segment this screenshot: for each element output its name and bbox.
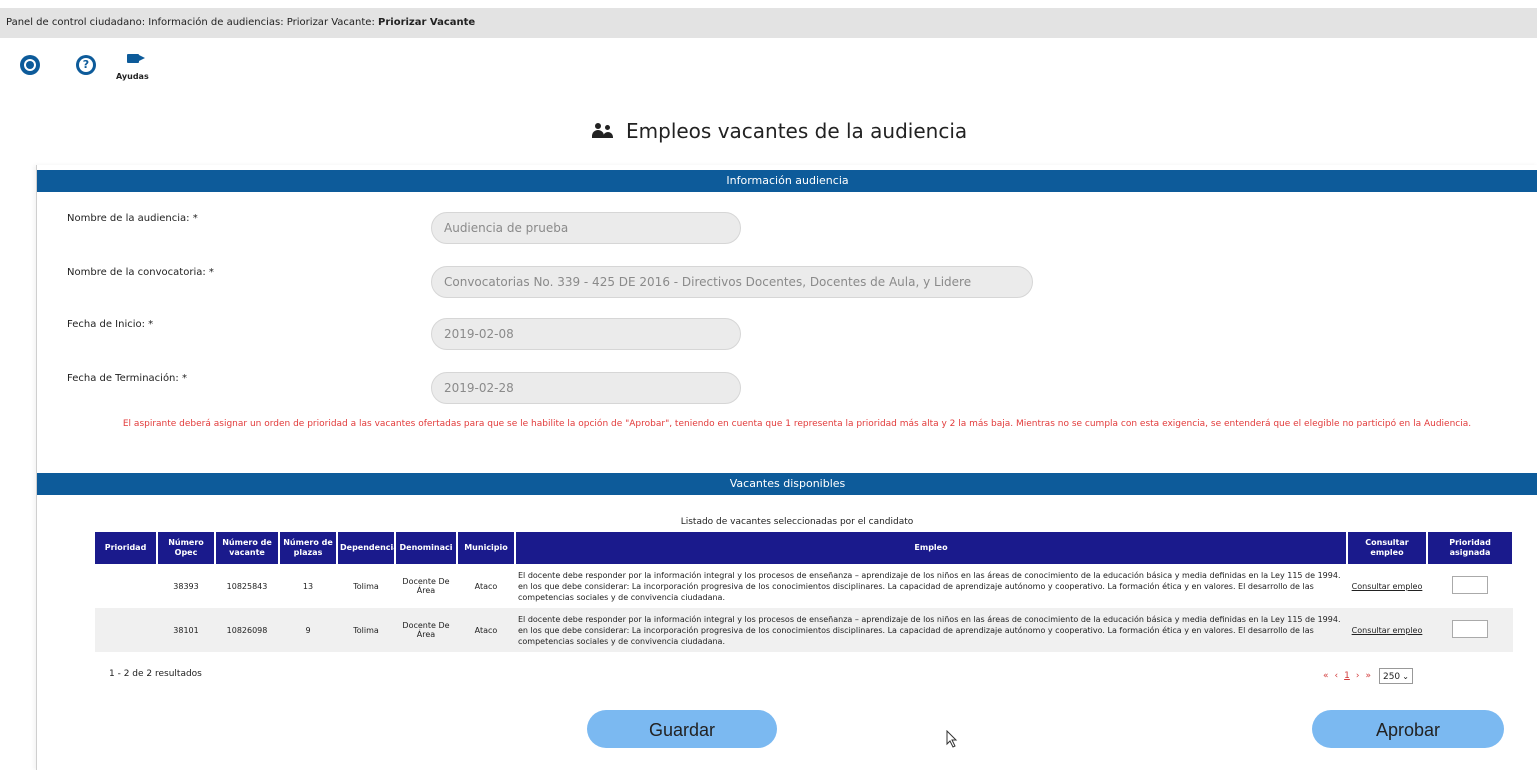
current-page[interactable]: 1 [1344, 671, 1350, 681]
prev-page-button[interactable]: ‹ [1335, 671, 1339, 681]
pagination: « ‹ 1 › » 250 ⌄ [1323, 668, 1413, 684]
fecha-inicio-label: Fecha de Inicio: * [67, 319, 154, 330]
cell-prioridad [95, 564, 157, 608]
fecha-inicio-field[interactable]: 2019-02-08 [431, 318, 741, 350]
aprobar-button[interactable]: Aprobar [1312, 710, 1504, 748]
table-header-row: Prioridad Número Opec Número de vacante … [95, 532, 1514, 564]
consultar-empleo-link[interactable]: Consultar empleo [1352, 582, 1423, 591]
cell-prioridad-asignada [1427, 608, 1513, 652]
convocatoria-label: Nombre de la convocatoria: * [67, 267, 214, 278]
cell-opec: 38393 [173, 581, 199, 591]
col-denominacion[interactable]: Denominaci [395, 532, 458, 564]
video-icon[interactable] [127, 54, 145, 63]
fecha-fin-label: Fecha de Terminación: * [67, 373, 187, 384]
table-row: 38101 10826098 9 Tolima Docente De Área … [95, 608, 1513, 652]
cell-municipio: Ataco [457, 608, 515, 652]
col-numero-plazas[interactable]: Número de plazas [279, 532, 338, 564]
cell-empleo: El docente debe responder por la informa… [518, 570, 1341, 602]
cell-plazas: 9 [279, 608, 337, 652]
help-icon[interactable]: ? [76, 55, 96, 75]
col-municipio[interactable]: Municipio [457, 532, 516, 564]
results-count: 1 - 2 de 2 resultados [109, 669, 202, 679]
chevron-down-icon: ⌄ [1402, 672, 1409, 681]
audiencia-field[interactable]: Audiencia de prueba [431, 212, 741, 244]
info-section-header: Información audiencia [37, 170, 1537, 192]
mouse-cursor-icon [946, 730, 958, 748]
users-icon [592, 122, 616, 140]
last-page-button[interactable]: » [1365, 671, 1371, 681]
fecha-fin-field[interactable]: 2019-02-28 [431, 372, 741, 404]
col-dependencia[interactable]: Dependencia [337, 532, 396, 564]
cell-consultar: Consultar empleo [1347, 564, 1427, 608]
col-numero-vacante[interactable]: Número de vacante [215, 532, 280, 564]
cell-consultar: Consultar empleo [1347, 608, 1427, 652]
vacantes-section-header: Vacantes disponibles [37, 473, 1537, 495]
breadcrumb-current: Priorizar Vacante [378, 17, 476, 28]
guardar-button[interactable]: Guardar [587, 710, 777, 748]
audiencia-label: Nombre de la audiencia: * [67, 213, 198, 224]
cell-opec: 38101 [157, 608, 215, 652]
help-toolbar: ? Ayudas [0, 48, 200, 88]
breadcrumb-path: Panel de control ciudadano: Información … [6, 17, 379, 28]
cell-empleo: El docente debe responder por la informa… [515, 608, 1347, 652]
cell-dependencia: Tolima [353, 581, 379, 591]
consultar-empleo-link[interactable]: Consultar empleo [1352, 626, 1423, 635]
col-prioridad[interactable]: Prioridad [95, 532, 158, 564]
cell-dependencia: Tolima [337, 608, 395, 652]
convocatoria-field[interactable]: Convocatorias No. 339 - 425 DE 2016 - Di… [431, 266, 1033, 298]
prioridad-asignada-input[interactable] [1452, 576, 1488, 594]
cell-denominacion: Docente De Área [395, 608, 457, 652]
table-row: 38393 10825843 13 Tolima Docente De Área… [95, 564, 1513, 608]
prioridad-asignada-input[interactable] [1452, 620, 1488, 638]
camera-icon[interactable] [20, 55, 40, 75]
first-page-button[interactable]: « [1323, 671, 1329, 681]
page-title-text: Empleos vacantes de la audiencia [626, 119, 968, 143]
col-empleo[interactable]: Empleo [515, 532, 1348, 564]
table-caption: Listado de vacantes seleccionadas por el… [680, 517, 914, 527]
cell-prioridad [95, 608, 157, 652]
priority-notice: El aspirante deberá asignar un orden de … [122, 419, 1472, 429]
cell-denominacion: Docente De Área [402, 577, 450, 595]
col-consultar-empleo[interactable]: Consultar empleo [1347, 532, 1428, 564]
col-prioridad-asignada[interactable]: Prioridad asignada [1427, 532, 1514, 564]
cell-vacante: 10825843 [226, 581, 268, 591]
main-card: Información audiencia Nombre de la audie… [36, 165, 1537, 770]
cell-plazas: 13 [302, 581, 314, 591]
cell-municipio: Ataco [474, 581, 498, 591]
page-size-select[interactable]: 250 ⌄ [1378, 668, 1413, 684]
page-size-value: 250 [1382, 672, 1401, 682]
vacantes-table: Prioridad Número Opec Número de vacante … [95, 532, 1514, 652]
next-page-button[interactable]: › [1356, 671, 1360, 681]
page-title: Empleos vacantes de la audiencia [592, 116, 967, 146]
breadcrumb: Panel de control ciudadano: Información … [0, 8, 1537, 38]
ayudas-label[interactable]: Ayudas [116, 72, 149, 81]
cell-prioridad-asignada [1427, 564, 1513, 608]
cell-vacante: 10826098 [215, 608, 279, 652]
col-numero-opec[interactable]: Número Opec [157, 532, 216, 564]
